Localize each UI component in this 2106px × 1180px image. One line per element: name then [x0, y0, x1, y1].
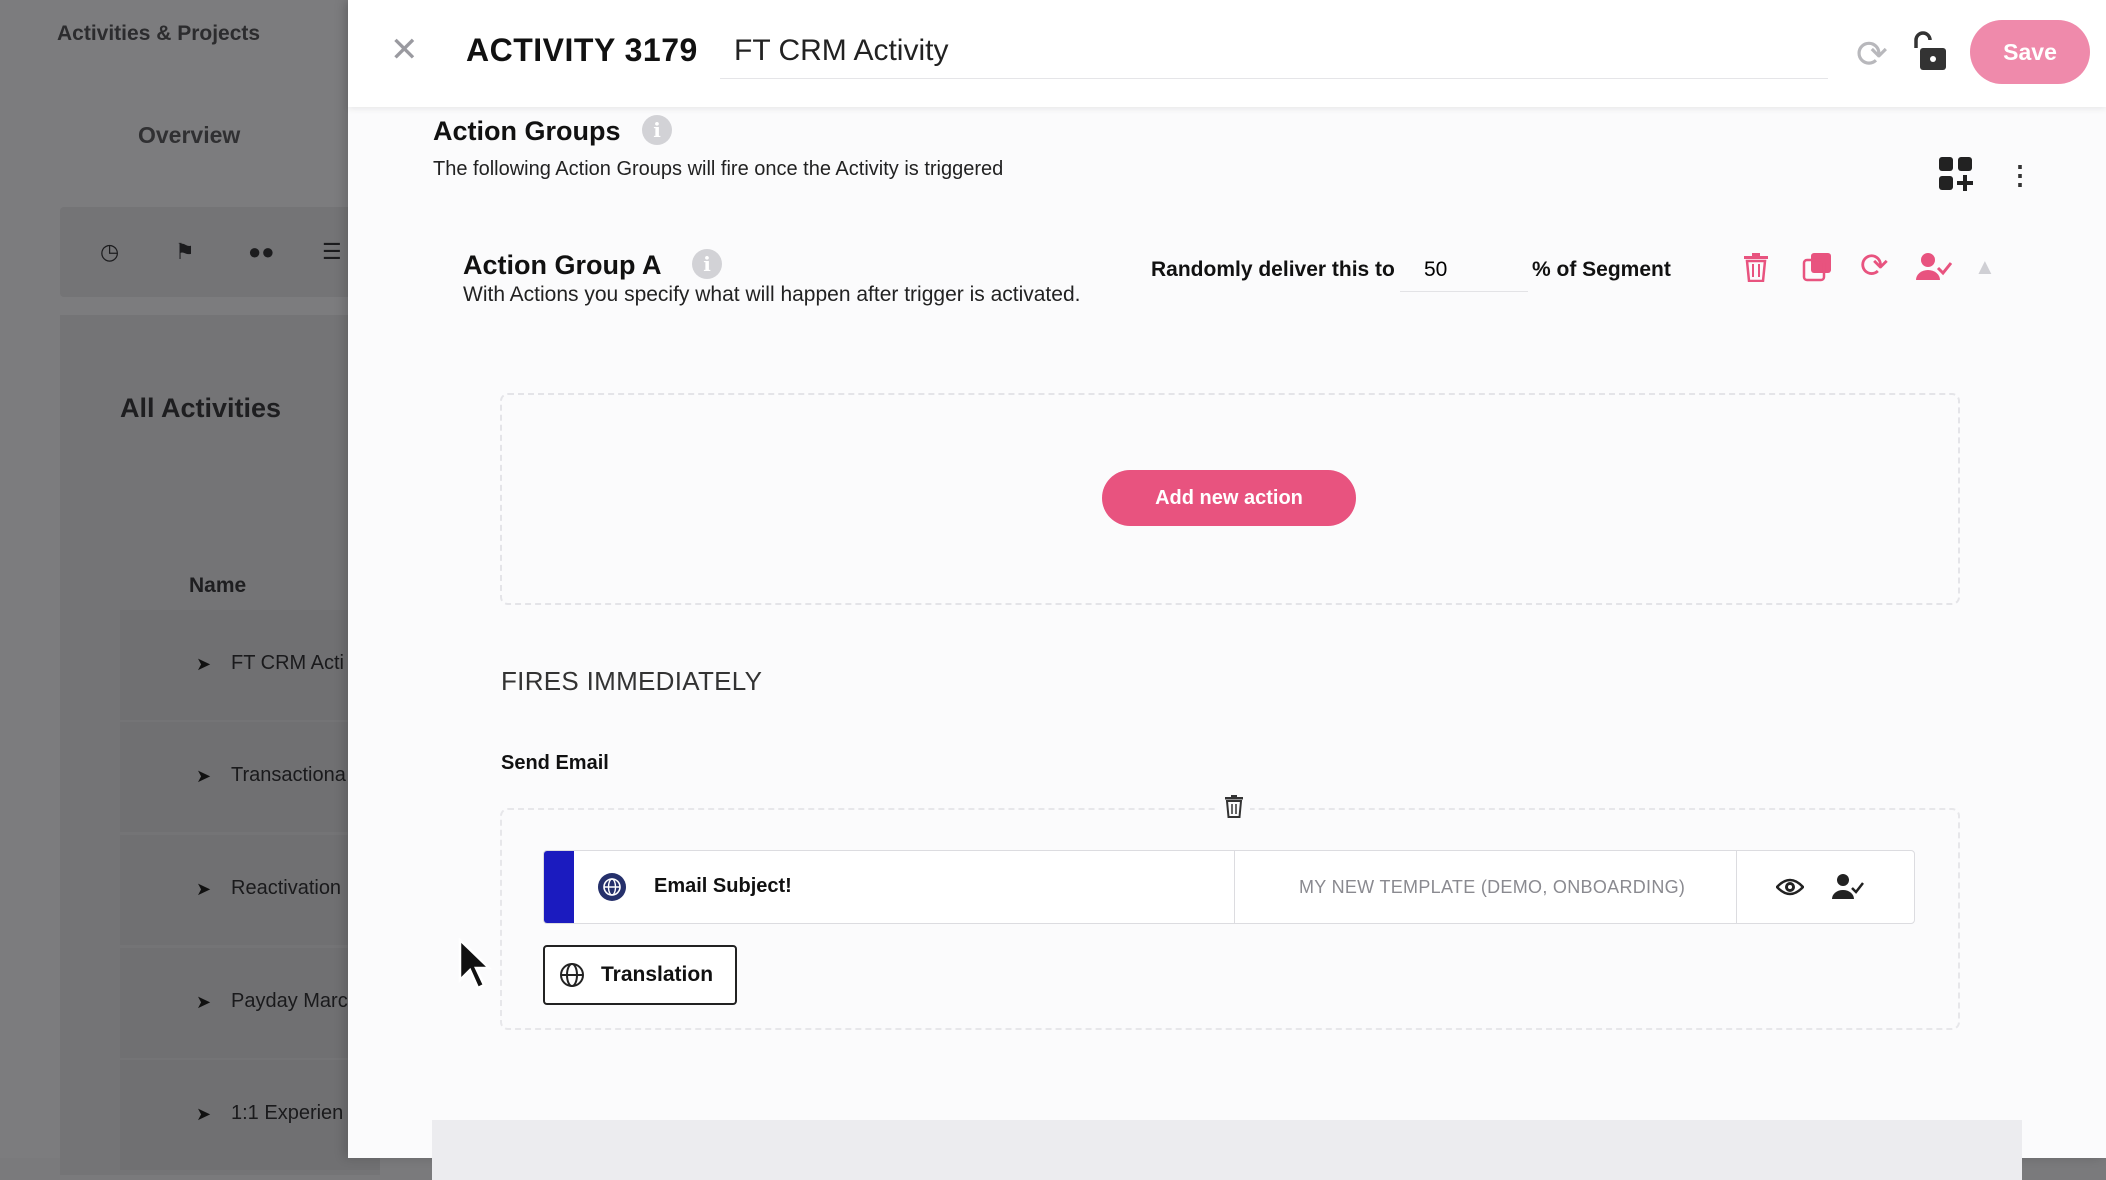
- divider: [1234, 851, 1235, 923]
- drawer-header: ✕ ACTIVITY 3179 ⟳ Save: [348, 0, 2106, 107]
- activity-name: Payday Marc: [231, 990, 348, 1012]
- clock-icon[interactable]: ◷: [100, 239, 119, 265]
- segment-percent-input[interactable]: [1400, 248, 1528, 292]
- list-item[interactable]: ➤ Transactiona: [120, 722, 380, 832]
- email-subject: Email Subject!: [654, 875, 792, 897]
- tag-icon[interactable]: ⚑: [175, 239, 195, 265]
- add-group-icon[interactable]: [1938, 156, 1974, 192]
- app-title: Activities & Projects: [57, 22, 261, 45]
- duplicate-icon[interactable]: [1802, 252, 1832, 282]
- rocket-icon: ➤: [196, 992, 212, 1012]
- rocket-icon: ➤: [196, 654, 212, 674]
- preview-eye-icon[interactable]: [1776, 875, 1804, 899]
- history-icon[interactable]: ⟳: [1860, 246, 1889, 286]
- rocket-icon: ➤: [196, 879, 212, 899]
- activity-name-input[interactable]: [720, 24, 1828, 79]
- info-icon[interactable]: i: [642, 115, 672, 145]
- more-menu-icon[interactable]: ⋮: [2007, 160, 2033, 191]
- assign-user-icon[interactable]: [1916, 252, 1952, 282]
- section-title: All Activities: [120, 393, 282, 423]
- delete-icon[interactable]: [1743, 252, 1769, 282]
- list-icon[interactable]: ☰: [322, 239, 342, 265]
- template-name: MY NEW TEMPLATE (DEMO, ONBOARDING): [1299, 877, 1686, 897]
- list-item[interactable]: ➤ FT CRM Acti: [120, 610, 380, 720]
- divider: [1736, 851, 1737, 923]
- column-header-name[interactable]: Name: [189, 574, 246, 598]
- rocket-icon: ➤: [196, 1104, 212, 1124]
- info-icon[interactable]: i: [692, 249, 722, 279]
- add-new-action-button[interactable]: Add new action: [1102, 470, 1356, 526]
- email-template-row[interactable]: Email Subject! MY NEW TEMPLATE (DEMO, ON…: [543, 850, 1915, 924]
- list-item[interactable]: ➤ Payday Marc: [120, 948, 380, 1058]
- list-item[interactable]: ➤ 1:1 Experien: [120, 1060, 380, 1170]
- globe-icon: [560, 963, 584, 987]
- drawer-content: Action Groups i The following Action Gro…: [370, 108, 2106, 1180]
- activity-drawer: ✕ ACTIVITY 3179 ⟳ Save Action Groups i T…: [348, 0, 2106, 1180]
- timing-label: FIRES IMMEDIATELY: [501, 666, 763, 696]
- next-group-edge: [432, 1120, 2022, 1180]
- action-groups-description: The following Action Groups will fire on…: [433, 158, 1004, 180]
- rocket-icon: ➤: [196, 766, 212, 786]
- delete-action-icon[interactable]: [1218, 794, 1250, 818]
- save-button[interactable]: Save: [1970, 20, 2090, 84]
- translation-label: Translation: [601, 963, 714, 986]
- random-delivery-label: Randomly deliver this to: [1151, 258, 1395, 281]
- globe-icon: [598, 873, 626, 901]
- color-stripe: [544, 851, 574, 923]
- activity-name: 1:1 Experien: [231, 1102, 344, 1124]
- activity-label: ACTIVITY 3179: [466, 32, 698, 68]
- action-groups-title: Action Groups: [433, 116, 621, 146]
- background-app: Activities & Projects Overview ◷ ⚑ ●● ☰ …: [0, 0, 380, 1175]
- group-title: Action Group A: [463, 250, 662, 280]
- translation-button[interactable]: Translation: [543, 945, 737, 1005]
- group-description: With Actions you specify what will happe…: [463, 283, 1081, 306]
- activity-name: FT CRM Acti: [231, 652, 344, 674]
- assign-user-icon[interactable]: [1832, 873, 1864, 901]
- activity-name: Transactiona: [231, 764, 346, 786]
- users-icon[interactable]: ●●: [248, 239, 275, 265]
- action-type-label: Send Email: [501, 752, 609, 774]
- unlock-icon[interactable]: [1908, 30, 1952, 74]
- segment-label: % of Segment: [1532, 258, 1671, 281]
- tab-overview[interactable]: Overview: [138, 122, 240, 149]
- filter-icon-bar: ◷ ⚑ ●● ☰: [60, 207, 380, 297]
- history-icon[interactable]: ⟳: [1856, 32, 1888, 77]
- activity-name: Reactivation: [231, 877, 342, 899]
- list-item[interactable]: ➤ Reactivation: [120, 835, 380, 945]
- collapse-icon[interactable]: ▲: [1974, 254, 1996, 280]
- close-icon[interactable]: ✕: [390, 30, 419, 70]
- mouse-cursor-icon: [458, 938, 492, 990]
